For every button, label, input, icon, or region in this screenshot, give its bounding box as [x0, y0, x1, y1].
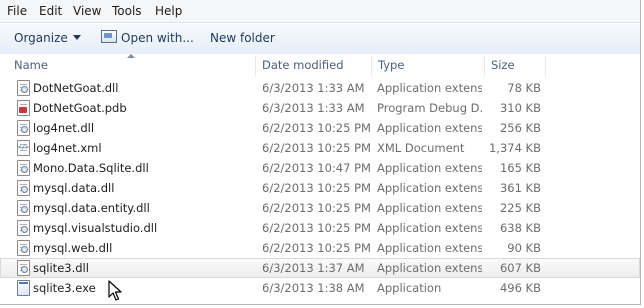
file-type: Program Debug D... [377, 101, 482, 115]
file-row[interactable]: DotNetGoat.pdb 6/3/2013 1:33 AM Program … [0, 98, 640, 118]
menu-view[interactable]: View [73, 4, 101, 18]
menu-edit[interactable]: Edit [39, 4, 62, 18]
file-type: Application extens... [377, 161, 482, 175]
dll-file-icon [17, 160, 30, 176]
column-divider[interactable] [484, 56, 485, 76]
open-with-icon [101, 30, 117, 43]
file-type: Application extens... [377, 221, 482, 235]
file-name: log4net.xml [33, 141, 102, 155]
file-row[interactable]: Mono.Data.Sqlite.dll 6/2/2013 10:47 PM A… [0, 158, 640, 178]
file-size: 1,374 KB [488, 141, 541, 155]
file-name: log4net.dll [33, 121, 95, 135]
file-date: 6/2/2013 10:25 PM [262, 181, 371, 195]
file-type: Application extens... [377, 261, 482, 275]
explorer-window: File Edit View Tools Help Organize Open … [0, 0, 641, 305]
file-name: mysql.web.dll [33, 241, 113, 255]
menu-bar: File Edit View Tools Help [0, 0, 640, 23]
file-size: 496 KB [499, 281, 541, 295]
dll-file-icon [17, 80, 30, 96]
open-with-button[interactable]: Open with... [121, 31, 194, 45]
mouse-pointer-icon [108, 280, 122, 301]
file-row[interactable]: sqlite3.exe 6/3/2013 1:38 AM Application… [0, 278, 640, 298]
file-date: 6/3/2013 1:38 AM [262, 281, 365, 295]
file-list: DotNetGoat.dll 6/3/2013 1:33 AM Applicat… [0, 78, 640, 298]
file-size: 638 KB [499, 221, 541, 235]
organize-label: Organize [14, 31, 68, 45]
column-divider[interactable] [255, 56, 256, 76]
file-name: mysql.data.entity.dll [33, 201, 150, 215]
dll-file-icon [17, 180, 30, 196]
file-row[interactable]: mysql.web.dll 6/2/2013 10:25 PM Applicat… [0, 238, 640, 258]
file-name: mysql.visualstudio.dll [33, 221, 158, 235]
dll-file-icon [17, 260, 30, 276]
column-size[interactable]: Size [491, 59, 515, 72]
file-size: 607 KB [499, 261, 541, 275]
chevron-down-icon [72, 35, 81, 40]
file-type: Application extens... [377, 181, 482, 195]
column-type[interactable]: Type [378, 59, 404, 72]
file-size: 78 KB [507, 81, 541, 95]
file-row[interactable]: log4net.xml 6/2/2013 10:25 PM XML Docume… [0, 138, 640, 158]
file-size: 225 KB [499, 201, 541, 215]
file-size: 165 KB [499, 161, 541, 175]
column-date-modified[interactable]: Date modified [262, 59, 344, 72]
file-row[interactable]: DotNetGoat.dll 6/3/2013 1:33 AM Applicat… [0, 78, 640, 98]
command-bar: Organize Open with... New folder [0, 23, 640, 55]
dll-file-icon [17, 200, 30, 216]
file-row[interactable]: log4net.dll 6/2/2013 10:25 PM Applicatio… [0, 118, 640, 138]
file-row[interactable]: mysql.data.entity.dll 6/2/2013 10:25 PM … [0, 198, 640, 218]
file-date: 6/2/2013 10:25 PM [262, 201, 371, 215]
file-name: DotNetGoat.dll [33, 81, 119, 95]
file-name: mysql.data.dll [33, 181, 115, 195]
file-row-selected[interactable]: sqlite3.dll 6/3/2013 1:37 AM Application… [0, 258, 640, 278]
column-header: Name Date modified Type Size [0, 54, 640, 76]
column-divider[interactable] [545, 56, 546, 76]
file-date: 6/3/2013 1:37 AM [262, 261, 365, 275]
file-name: DotNetGoat.pdb [33, 101, 127, 115]
file-size: 90 KB [507, 241, 541, 255]
file-row[interactable]: mysql.visualstudio.dll 6/2/2013 10:25 PM… [0, 218, 640, 238]
file-date: 6/3/2013 1:33 AM [262, 81, 365, 95]
file-size: 256 KB [499, 121, 541, 135]
menu-file[interactable]: File [7, 4, 27, 18]
file-type: Application [377, 281, 442, 295]
column-divider[interactable] [371, 56, 372, 76]
file-type: Application extens... [377, 121, 482, 135]
file-size: 310 KB [499, 101, 541, 115]
file-name: sqlite3.exe [33, 281, 96, 295]
file-name: sqlite3.dll [33, 261, 89, 275]
menu-help[interactable]: Help [155, 4, 182, 18]
sort-ascending-icon [127, 54, 135, 58]
file-date: 6/3/2013 1:33 AM [262, 101, 365, 115]
file-type: XML Document [377, 141, 465, 155]
exe-file-icon [17, 280, 30, 296]
file-date: 6/2/2013 10:25 PM [262, 141, 371, 155]
file-date: 6/2/2013 10:25 PM [262, 221, 371, 235]
file-name: Mono.Data.Sqlite.dll [33, 161, 149, 175]
file-type: Application extens... [377, 81, 482, 95]
file-date: 6/2/2013 10:47 PM [262, 161, 371, 175]
dll-file-icon [17, 120, 30, 136]
file-row[interactable]: mysql.data.dll 6/2/2013 10:25 PM Applica… [0, 178, 640, 198]
file-date: 6/2/2013 10:25 PM [262, 121, 371, 135]
pdb-file-icon [17, 100, 30, 116]
organize-button[interactable]: Organize [14, 31, 81, 45]
file-date: 6/2/2013 10:25 PM [262, 241, 371, 255]
file-type: Application extens... [377, 201, 482, 215]
new-folder-button[interactable]: New folder [210, 31, 275, 45]
column-name[interactable]: Name [14, 59, 48, 72]
file-type: Application extens... [377, 241, 482, 255]
menu-tools[interactable]: Tools [112, 4, 142, 18]
dll-file-icon [17, 240, 30, 256]
dll-file-icon [17, 220, 30, 236]
xml-file-icon [17, 140, 30, 156]
file-size: 361 KB [499, 181, 541, 195]
